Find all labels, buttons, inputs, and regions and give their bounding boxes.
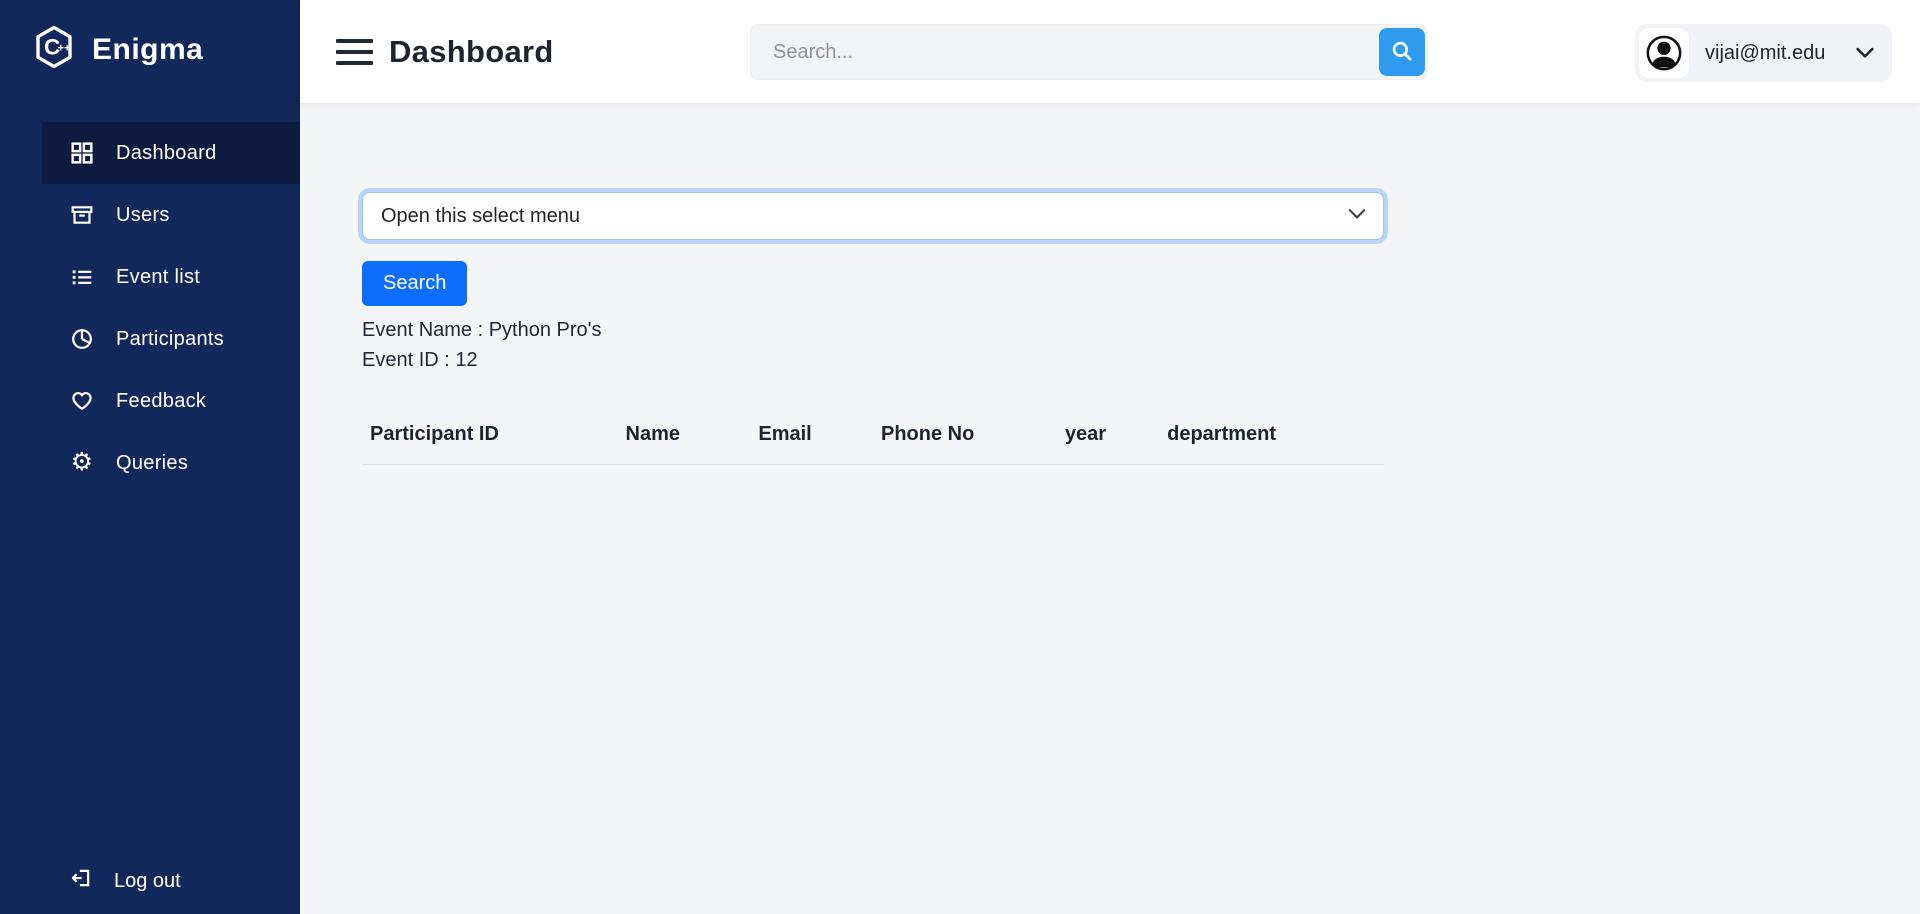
heart-icon — [70, 390, 94, 412]
header-search — [750, 24, 1428, 80]
main-column: Dashboard Search... vijai@mit.edu Open t… — [300, 0, 1920, 914]
avatar — [1639, 28, 1689, 78]
app-root: C ++ Enigma Dashboard Users Event list P… — [0, 0, 1920, 914]
hamburger-menu-icon[interactable] — [336, 38, 373, 65]
sidebar-item-feedback[interactable]: Feedback — [0, 370, 300, 432]
list-icon — [70, 266, 94, 288]
event-id-text: Event ID : 12 — [362, 349, 478, 371]
event-select-wrap: Open this select menu — [362, 192, 1384, 240]
column-header-name: Name — [617, 417, 751, 465]
cpp-logo-icon: C ++ — [34, 25, 74, 74]
top-header: Dashboard Search... vijai@mit.edu — [300, 0, 1920, 103]
event-select[interactable]: Open this select menu — [362, 192, 1384, 240]
user-menu[interactable]: vijai@mit.edu — [1635, 24, 1892, 82]
sidebar-item-participants[interactable]: Participants — [0, 308, 300, 370]
archive-box-icon — [70, 204, 94, 226]
participants-table-header-row: Participant ID Name Email Phone No year … — [362, 417, 1384, 465]
column-header-participant-id: Participant ID — [362, 417, 618, 465]
sidebar-item-label: Participants — [116, 327, 225, 350]
sidebar-item-queries[interactable]: ⚙ Queries — [0, 432, 300, 494]
user-email: vijai@mit.edu — [1705, 41, 1826, 64]
brand[interactable]: C ++ Enigma — [0, 0, 300, 94]
sidebar-item-label: Feedback — [116, 389, 207, 412]
brand-name: Enigma — [92, 32, 204, 66]
grid-icon — [70, 142, 94, 164]
search-input[interactable] — [750, 24, 1428, 80]
participants-table: Participant ID Name Email Phone No year … — [362, 417, 1384, 465]
gear-icon: ⚙ — [70, 446, 94, 476]
sidebar-nav: Dashboard Users Event list Participants … — [0, 122, 300, 494]
logout-icon — [70, 867, 92, 895]
pie-chart-icon — [70, 328, 94, 350]
column-header-phone-no: Phone No — [872, 417, 1057, 465]
sidebar-item-users[interactable]: Users — [0, 184, 300, 246]
sidebar-item-label: Users — [116, 203, 170, 226]
column-header-email: Email — [750, 417, 873, 465]
sidebar-item-label: Event list — [116, 265, 201, 288]
chevron-down-icon — [1856, 47, 1874, 59]
sidebar-item-label: Queries — [116, 451, 189, 474]
sidebar-item-dashboard[interactable]: Dashboard — [42, 122, 300, 184]
event-info: Event Name : Python Pro's Event ID : 12 — [362, 315, 1920, 375]
sidebar-item-logout[interactable]: Log out — [0, 850, 300, 912]
sidebar: C ++ Enigma Dashboard Users Event list P… — [0, 0, 300, 914]
svg-text:++: ++ — [58, 43, 71, 55]
search-icon — [1390, 39, 1414, 66]
header-search-button[interactable] — [1379, 28, 1425, 76]
page-title: Dashboard — [389, 33, 554, 69]
logout-label: Log out — [114, 869, 181, 892]
event-name-text: Event Name : Python Pro's — [362, 319, 602, 341]
dashboard-content: Open this select menu Search Event Name … — [300, 103, 1920, 914]
sidebar-item-label: Dashboard — [116, 141, 217, 164]
sidebar-item-event-list[interactable]: Event list — [0, 246, 300, 308]
column-header-department: department — [1159, 417, 1384, 465]
column-header-year: year — [1056, 417, 1160, 465]
search-button[interactable]: Search — [362, 261, 468, 306]
